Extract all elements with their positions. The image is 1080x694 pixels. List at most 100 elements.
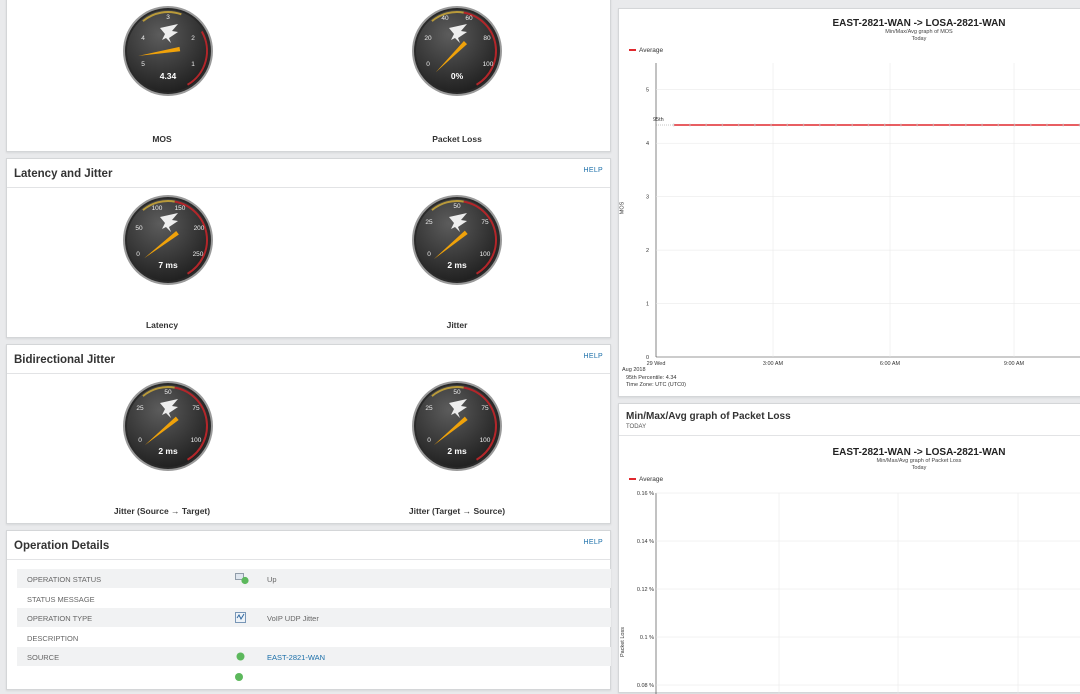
jitter-target-source-label: Jitter (Target → Source) [408, 506, 506, 516]
gauge-tick-label: 0 [426, 61, 430, 68]
detail-key: STATUS MESSAGE [27, 595, 95, 604]
detail-key: OPERATION TYPE [27, 614, 93, 623]
jitter-label: Jitter [446, 320, 468, 330]
series-point [932, 123, 935, 127]
y-tick-label: 5 [646, 88, 649, 94]
bidirectional-jitter-panel: Bidirectional Jitter HELP 50 25 75 0 100 2 ms… [6, 344, 611, 524]
detail-key: OPERATION STATUS [27, 575, 102, 584]
gauge-tick-label: 80 [483, 35, 491, 42]
mos-chart-panel: EAST-2821-WAN -> LOSA-2821-WAN Min/Max/A… [618, 8, 1080, 397]
divider [619, 435, 1080, 436]
operation-type-icon [235, 612, 246, 623]
series-point [754, 123, 756, 127]
gauge-tick-label: 100 [191, 437, 202, 444]
gauge-value: 4.34 [160, 71, 177, 81]
source-node-link[interactable]: EAST-2821-WAN [267, 653, 325, 662]
y-tick-label: 0.16 % [637, 491, 654, 497]
chart-title: EAST-2821-WAN -> LOSA-2821-WAN [832, 447, 1006, 458]
series-point [1046, 123, 1048, 127]
legend-swatch [629, 478, 636, 481]
gauge-tick-label: 100 [152, 205, 163, 212]
packet-loss-chart-panel: Min/Max/Avg graph of Packet Loss TODAY E… [618, 403, 1080, 694]
call-quality-panel: 3 4 2 5 1 4.34 40 60 20 80 0 100 0% MOS Packet Loss [6, 0, 611, 152]
gauge-tick-label: 50 [453, 389, 461, 396]
gauge-tick-label: 50 [164, 389, 172, 396]
chart-subtitle: Min/Max/Avg graph of Packet Loss [876, 458, 962, 464]
gauge-tick-label: 0 [136, 251, 140, 258]
divider [7, 187, 610, 188]
gauge-tick-label: 75 [481, 219, 489, 226]
gauge-tick-label: 4 [141, 35, 145, 42]
chart-title: EAST-2821-WAN -> LOSA-2821-WAN [832, 18, 1006, 29]
gauge-tick-label: 250 [193, 251, 204, 258]
panel-title: Operation Details [14, 540, 110, 552]
legend-swatch [629, 49, 636, 52]
legend-label: Average [639, 476, 664, 483]
y-tick-label: 4 [646, 141, 649, 147]
help-link[interactable]: HELP [584, 353, 604, 360]
latency-jitter-panel: Latency and Jitter HELP 100 150 50 200 0 250 7… [6, 158, 611, 338]
y-tick-label: 3 [646, 195, 649, 201]
y-axis-label: Packet Loss [619, 627, 626, 657]
gauge-tick-label: 5 [141, 61, 145, 68]
series-point [981, 123, 983, 127]
series-point [819, 123, 821, 127]
series-point [997, 123, 1000, 127]
chart-subtitle: Min/Max/Avg graph of MOS [885, 29, 953, 35]
y-axis-label: MOS [619, 201, 626, 215]
gauge-tick-label: 50 [453, 203, 461, 210]
gauge-tick-label: 75 [481, 405, 489, 412]
latency-gauge: 100 150 50 200 0 250 7 ms [122, 194, 214, 286]
packet-loss-label: Packet Loss [432, 134, 482, 144]
gauge-tick-label: 25 [425, 405, 433, 412]
series-point [721, 123, 724, 127]
y-tick-label: 0.14 % [637, 539, 654, 545]
y-tick-label: 2 [646, 248, 649, 254]
mos-gauge: 3 4 2 5 1 4.34 [122, 5, 214, 97]
series-point [851, 123, 853, 127]
gauge-tick-label: 50 [135, 225, 143, 232]
detail-value: VoIP UDP Jitter [267, 614, 319, 623]
series-point [705, 123, 707, 127]
jitter-target-source-gauge: 50 25 75 0 100 2 ms [411, 380, 503, 472]
status-up-icon [235, 673, 243, 681]
help-link[interactable]: HELP [584, 539, 604, 546]
chart-legend: Average [629, 476, 663, 483]
y-tick-label: 1 [646, 302, 649, 308]
detail-value: Up [267, 575, 277, 584]
y-tick-label: 0.12 % [637, 587, 654, 593]
panel-title: Min/Max/Avg graph of Packet Loss [626, 411, 791, 422]
series-point [916, 123, 918, 127]
gauge-tick-label: 25 [136, 405, 144, 412]
gauge-tick-label: 100 [480, 251, 491, 258]
series-point [737, 123, 740, 127]
detail-row-operation-type: OPERATION TYPE VoIP UDP Jitter [17, 608, 611, 627]
operation-details-panel: Operation Details HELP OPERATION STATUS … [6, 530, 611, 690]
gauge-tick-label: 25 [425, 219, 433, 226]
panel-period: TODAY [626, 424, 647, 430]
detail-row-description: DESCRIPTION [17, 628, 611, 647]
status-up-icon [235, 651, 246, 662]
gauge-tick-label: 75 [192, 405, 200, 412]
jitter-source-target-gauge: 50 25 75 0 100 2 ms [122, 380, 214, 472]
detail-key: SOURCE [27, 653, 60, 662]
gauge-tick-label: 60 [465, 15, 473, 22]
legend-label: Average [639, 47, 664, 54]
node-status-icon [235, 573, 249, 585]
detail-row-operation-status: OPERATION STATUS Up [17, 569, 611, 588]
gauge-tick-label: 100 [483, 61, 494, 68]
series-point [786, 123, 789, 127]
series-point [867, 123, 870, 127]
gauge-value: 2 ms [447, 446, 467, 456]
gauge-tick-label: 2 [191, 35, 195, 42]
mos-chart: 5 4 3 2 1 029 Wed 3:00 AM 6:00 AM 9:00 AM [646, 63, 1080, 367]
gauge-tick-label: 1 [191, 61, 195, 68]
help-link[interactable]: HELP [584, 167, 604, 174]
x-date-label: Aug 2018 [622, 367, 646, 373]
gauge-value: 2 ms [447, 260, 467, 270]
series-point [802, 123, 805, 127]
y-tick-label: 0.1 % [640, 635, 654, 641]
series-point [835, 123, 837, 127]
divider [7, 559, 610, 560]
percentile-marker: 95th [653, 117, 664, 123]
